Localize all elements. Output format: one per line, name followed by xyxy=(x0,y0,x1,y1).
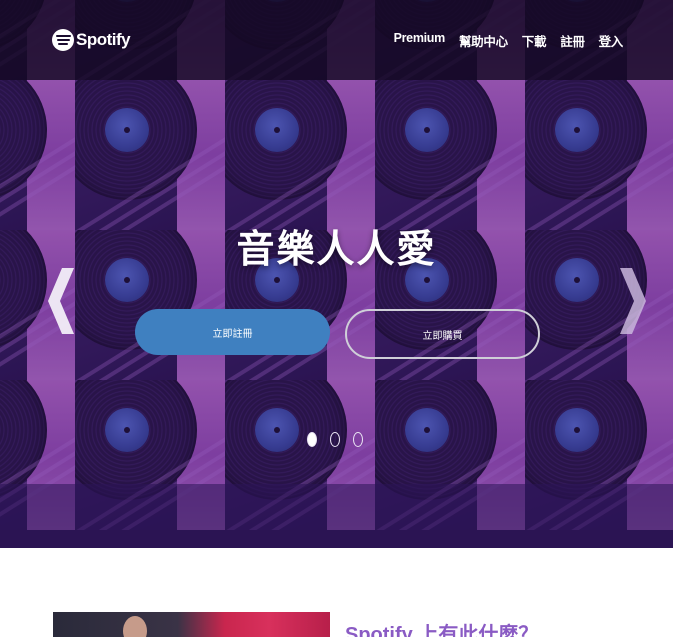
sign-up-now-button[interactable]: 立即註冊 xyxy=(135,309,330,355)
chevron-right-icon xyxy=(620,268,646,334)
nav-premium[interactable]: Premium xyxy=(394,31,446,50)
carousel-dot-2[interactable] xyxy=(330,432,340,447)
spotify-logo-icon xyxy=(52,29,74,51)
hero-banner: Spotify Premium 幫助中心 下載 註冊 登入 音樂人人愛 立即註冊… xyxy=(0,0,673,548)
chevron-left-icon xyxy=(48,268,74,334)
logo-text: Spotify xyxy=(76,30,131,49)
hero-bottom-band xyxy=(0,484,673,548)
nav-help-center[interactable]: 幫助中心 xyxy=(459,31,508,50)
top-navigation-bar: Spotify Premium 幫助中心 下載 註冊 登入 xyxy=(0,0,673,80)
nav-download[interactable]: 下載 xyxy=(522,31,547,50)
spotify-logo[interactable]: Spotify xyxy=(52,22,131,58)
carousel-dot-1[interactable] xyxy=(307,432,317,447)
carousel-indicators xyxy=(307,432,363,447)
carousel-dot-3[interactable] xyxy=(353,432,363,447)
hero-overlay xyxy=(0,0,673,548)
nav-log-in[interactable]: 登入 xyxy=(599,31,624,50)
nav-sign-up[interactable]: 註冊 xyxy=(560,31,585,50)
feature-thumbnail xyxy=(53,612,330,637)
carousel-next-button[interactable] xyxy=(620,268,646,334)
main-nav: Premium 幫助中心 下載 註冊 登入 xyxy=(394,31,624,50)
buy-now-button[interactable]: 立即購買 xyxy=(345,309,540,359)
hero-title: 音樂人人愛 xyxy=(236,226,437,271)
section-title: Spotify 上有此什麼？ xyxy=(345,624,539,637)
carousel-prev-button[interactable] xyxy=(48,268,74,334)
thumbnail-figure xyxy=(123,616,147,637)
